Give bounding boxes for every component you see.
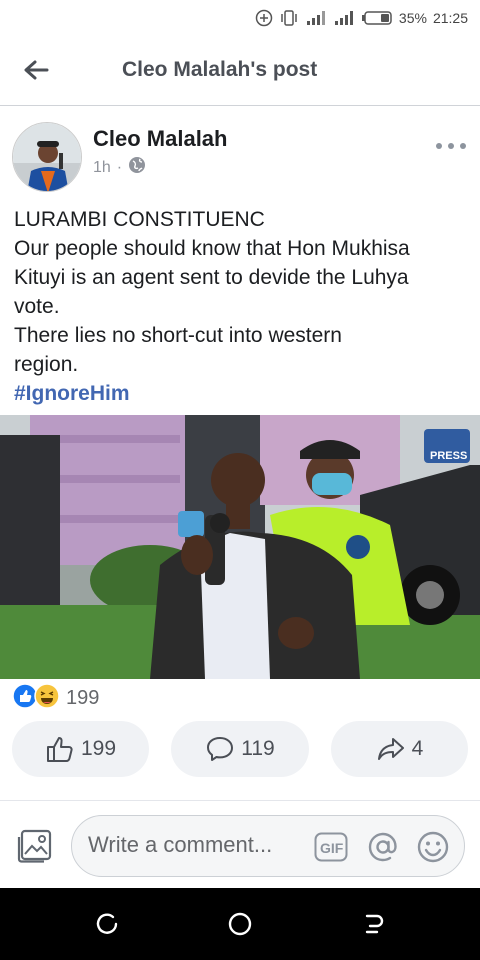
- comment-input[interactable]: Write a comment...: [88, 832, 272, 858]
- post-image[interactable]: PRESS: [0, 415, 480, 679]
- comment-input-box[interactable]: Write a comment... GIF: [71, 815, 465, 877]
- status-bar: 35% 21:25: [0, 0, 480, 36]
- battery-icon: [361, 10, 393, 26]
- clock: 21:25: [432, 10, 468, 26]
- more-options-button[interactable]: [436, 136, 466, 156]
- back-button[interactable]: [20, 54, 52, 86]
- post-header: Cleo Malalah's post: [0, 40, 480, 106]
- gif-label: GIF: [320, 840, 344, 856]
- system-nav-bar: [0, 888, 480, 960]
- watermark-text: PRESS: [430, 450, 467, 462]
- post-body: LURAMBI CONSTITUENC Our people should kn…: [14, 205, 472, 408]
- post-line: region.: [14, 353, 79, 376]
- comment-count: 119: [241, 737, 275, 760]
- post-author-row: Cleo Malalah 1h ·: [0, 120, 480, 192]
- gif-button[interactable]: GIF: [314, 830, 348, 864]
- post-line: Our people should know that Hon Mukhisa: [14, 237, 410, 260]
- share-count: 4: [411, 737, 424, 760]
- recents-button[interactable]: [93, 910, 121, 938]
- reaction-count: 199: [66, 686, 100, 709]
- back-nav-icon: [365, 914, 384, 934]
- comment-composer: Write a comment... GIF: [0, 815, 480, 877]
- more-dot-icon: [436, 143, 442, 149]
- emoji-button[interactable]: [416, 830, 450, 864]
- signal-icon: [305, 10, 327, 26]
- divider: [0, 800, 480, 801]
- comment-button[interactable]: 119: [171, 721, 309, 777]
- hashtag-link[interactable]: #IgnoreHim: [14, 379, 472, 408]
- post-line: vote.: [14, 295, 60, 318]
- home-button[interactable]: [226, 910, 254, 938]
- at-sign-icon: [368, 832, 397, 862]
- post-actions: 199 119 4: [0, 721, 480, 777]
- add-photo-button[interactable]: [16, 827, 54, 865]
- smiley-icon: [417, 831, 449, 863]
- post-time[interactable]: 1h: [93, 159, 111, 177]
- more-dot-icon: [448, 143, 454, 149]
- back-nav-button[interactable]: [360, 910, 388, 938]
- battery-percent: 35%: [398, 10, 427, 26]
- signal-icon: [333, 10, 355, 26]
- arrow-left-icon: [24, 60, 49, 80]
- mention-button[interactable]: [366, 830, 400, 864]
- post-line: LURAMBI CONSTITUENC: [14, 208, 265, 231]
- thumbs-up-icon: [46, 737, 73, 762]
- more-dot-icon: [460, 143, 466, 149]
- home-circle-icon: [228, 912, 252, 936]
- speech-bubble-icon: [207, 737, 234, 761]
- photo-icon: [17, 829, 52, 863]
- avatar[interactable]: [12, 122, 82, 192]
- author-name[interactable]: Cleo Malalah: [93, 126, 227, 152]
- vibrate-icon: [279, 9, 299, 27]
- like-button[interactable]: 199: [12, 721, 149, 777]
- share-arrow-icon: [377, 738, 404, 760]
- like-count: 199: [80, 737, 117, 760]
- post-line: There lies no short-cut into western: [14, 324, 342, 347]
- page-title: Cleo Malalah's post: [122, 58, 318, 81]
- reaction-summary[interactable]: 199: [12, 682, 100, 714]
- post-line: Kituyi is an agent sent to devide the Lu…: [14, 266, 409, 289]
- meta-separator: ·: [116, 158, 123, 176]
- add-circle-icon: [255, 9, 273, 27]
- share-button[interactable]: 4: [331, 721, 468, 777]
- post-meta: 1h ·: [93, 156, 146, 179]
- globe-icon: [128, 156, 146, 179]
- haha-reaction-icon: [34, 682, 60, 714]
- recents-icon: [96, 913, 118, 934]
